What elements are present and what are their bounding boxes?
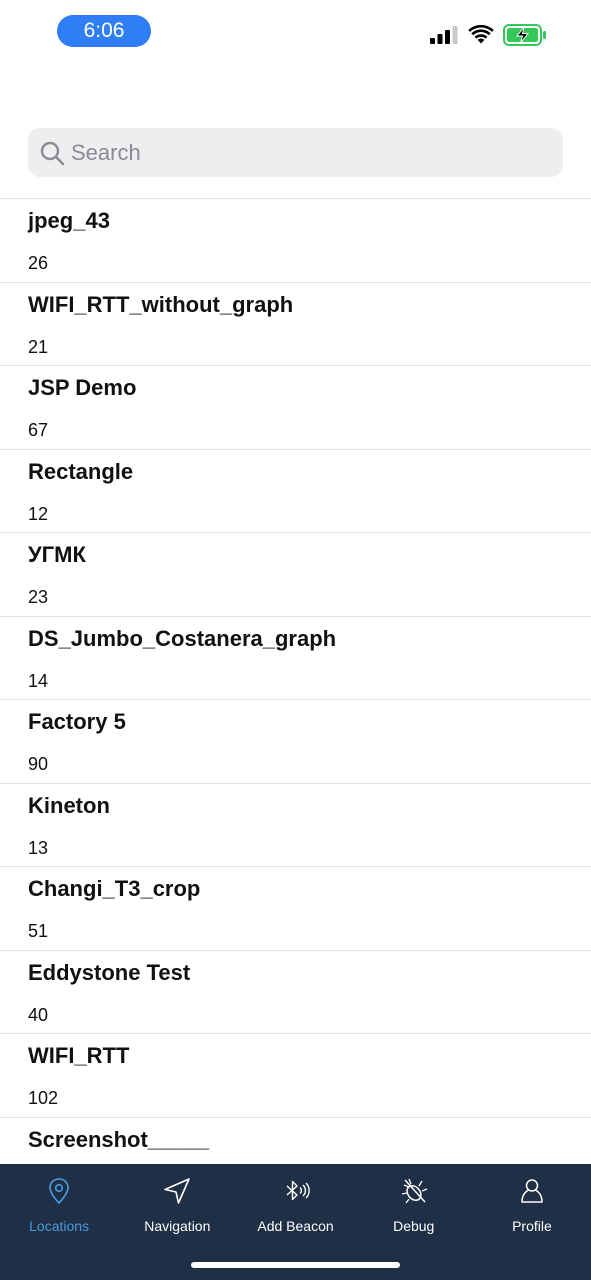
tab-label: Profile [512, 1218, 552, 1234]
cellular-signal-icon [430, 26, 458, 44]
location-name: WIFI_RTT [28, 1043, 130, 1068]
search-icon [40, 141, 65, 165]
search-input[interactable] [71, 132, 531, 173]
tab-locations[interactable]: Locations [0, 1164, 118, 1248]
tab-debug[interactable]: Debug [355, 1164, 473, 1248]
list-item[interactable]: Eddystone Test 40 [0, 951, 591, 1034]
status-time[interactable]: 6:06 [57, 15, 151, 47]
location-name: WIFI_RTT_without_graph [28, 291, 294, 317]
location-count: 40 [28, 1004, 49, 1025]
location-count: 102 [28, 1088, 59, 1108]
search-bar[interactable] [28, 128, 563, 177]
home-indicator [191, 1262, 400, 1268]
location-name: УГМК [28, 542, 86, 567]
debug-bug-icon [401, 1178, 427, 1204]
list-item[interactable]: Factory 5 90 [0, 700, 591, 784]
location-count: 26 [28, 253, 49, 273]
list-item[interactable]: WIFI_RTT 102 [0, 1034, 591, 1118]
list-item[interactable]: jpeg_43 26 [0, 199, 591, 283]
tab-label: Add Beacon [257, 1218, 334, 1234]
location-count: 13 [28, 837, 49, 858]
location-name: Kineton [28, 792, 110, 818]
locations-list[interactable]: jpeg_43 26 WIFI_RTT_without_graph 21 JSP… [0, 198, 591, 1164]
status-bar: 6:06 [0, 0, 591, 62]
list-item[interactable]: Kineton 13 [0, 784, 591, 867]
list-item[interactable]: DS_Jumbo_Costanera_graph 14 [0, 617, 591, 700]
location-count: 23 [28, 587, 49, 607]
location-name: jpeg_43 [28, 208, 110, 233]
location-name: DS_Jumbo_Costanera_graph [28, 625, 337, 651]
location-count: 51 [28, 921, 49, 941]
list-item[interactable]: WIFI_RTT_without_graph 21 [0, 283, 591, 366]
location-pin-icon [49, 1178, 69, 1205]
tab-label: Navigation [144, 1218, 211, 1234]
navigation-arrow-icon [164, 1178, 191, 1204]
battery-charging-icon [503, 24, 546, 46]
tab-add-beacon[interactable]: Add Beacon [236, 1164, 354, 1248]
tab-label: Locations [29, 1218, 90, 1234]
person-icon [521, 1179, 543, 1203]
location-name: Changi_T3_crop [28, 876, 201, 901]
location-name: Screenshot_____ [28, 1126, 209, 1152]
list-item[interactable]: Changi_T3_crop 51 [0, 867, 591, 951]
list-item[interactable]: УГМК 23 [0, 533, 591, 617]
location-name: Rectangle [28, 458, 134, 484]
location-count: 90 [28, 754, 49, 774]
location-count: 21 [28, 336, 49, 357]
location-count: 14 [28, 670, 49, 691]
location-count: 12 [28, 503, 49, 524]
status-icons [429, 22, 547, 48]
location-name: Factory 5 [28, 709, 126, 734]
location-name: Eddystone Test [28, 959, 191, 985]
location-count: 67 [28, 420, 49, 440]
tab-profile[interactable]: Profile [473, 1164, 591, 1248]
bluetooth-beacon-icon [286, 1180, 310, 1201]
tab-navigation[interactable]: Navigation [118, 1164, 236, 1248]
list-item[interactable]: JSP Demo 67 [0, 366, 591, 450]
wifi-icon [468, 25, 494, 44]
tab-label: Debug [393, 1218, 435, 1234]
location-name: JSP Demo [28, 375, 137, 400]
list-item[interactable]: Screenshot_____ [0, 1118, 591, 1165]
list-item[interactable]: Rectangle 12 [0, 450, 591, 533]
